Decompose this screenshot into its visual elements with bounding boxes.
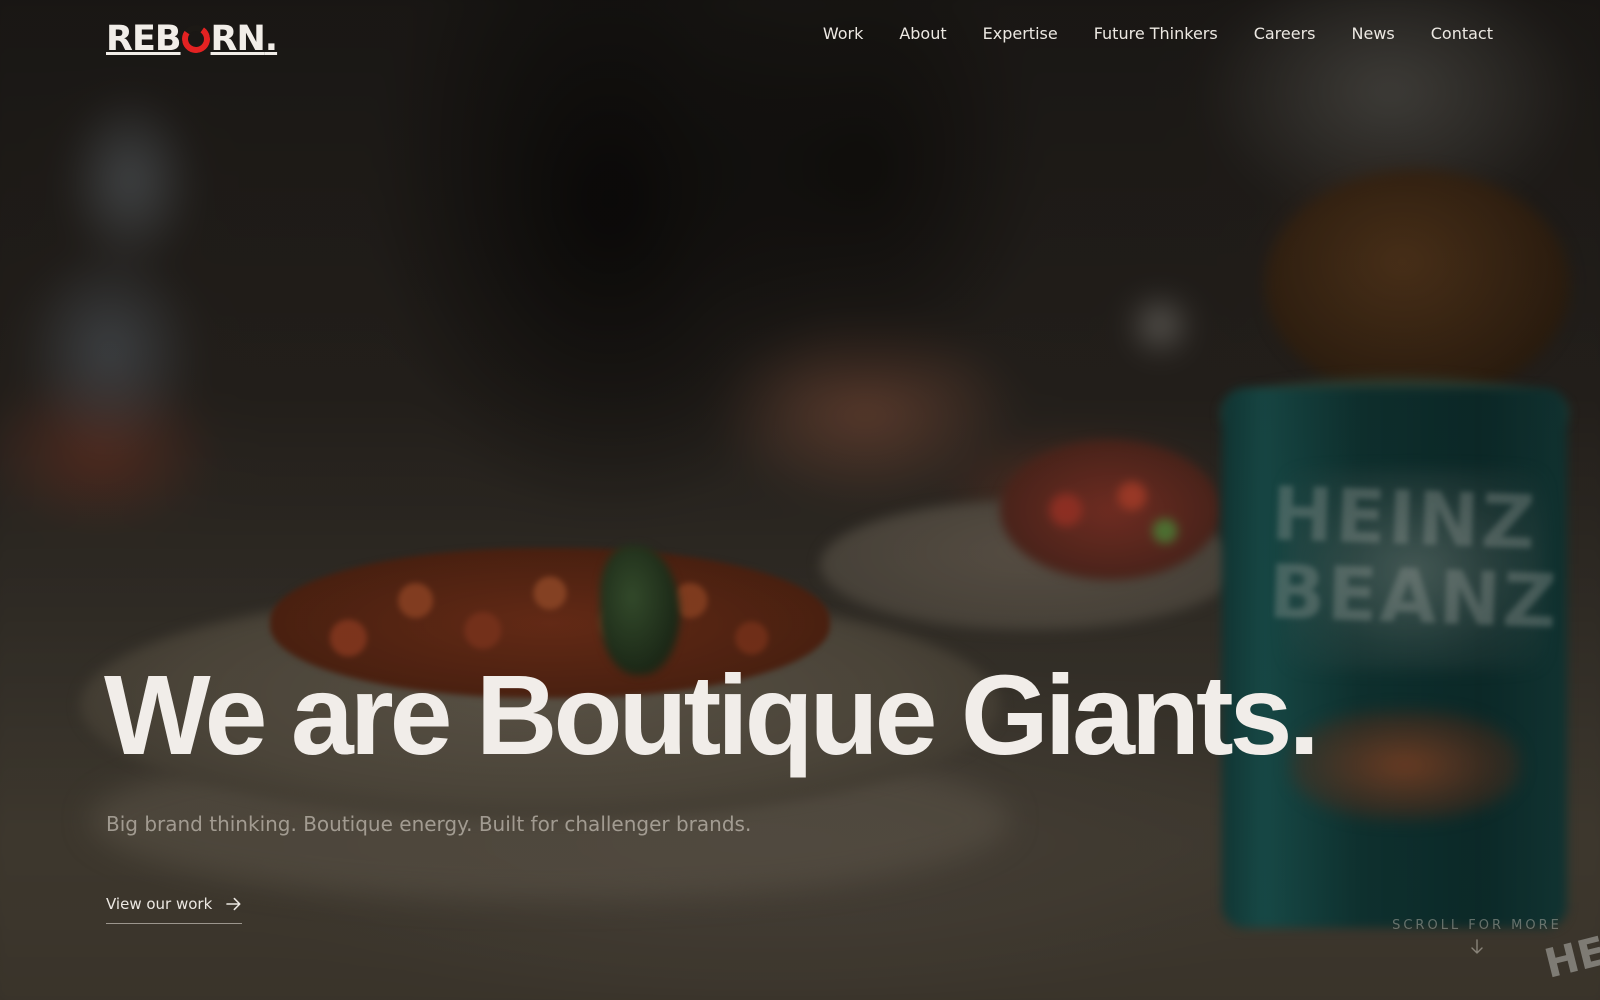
arrow-down-icon [1471, 939, 1483, 954]
arrow-right-icon [226, 897, 241, 911]
logo-dot: . [264, 19, 278, 59]
nav-item-news[interactable]: News [1352, 20, 1395, 48]
hero-title: We are Boutique Giants. [104, 652, 1320, 778]
logo-text-end: RN [210, 19, 266, 59]
nav-item-careers[interactable]: Careers [1254, 20, 1316, 48]
logo-text-start: REB [106, 19, 182, 59]
nav-item-work[interactable]: Work [823, 20, 864, 48]
scroll-hint[interactable]: SCROLL FOR MORE [1392, 918, 1562, 955]
hero-subtitle: Big brand thinking. Boutique energy. Bui… [106, 812, 752, 836]
view-our-work-link[interactable]: View our work [106, 895, 242, 924]
logo-o-mark-icon [179, 22, 212, 56]
site-header: REB RN . Work About Expertise Future Thi… [0, 0, 1600, 70]
nav-item-contact[interactable]: Contact [1431, 20, 1493, 48]
hero-background-image: HEINZ BEANZ HE [0, 0, 1600, 1000]
nav-item-future-thinkers[interactable]: Future Thinkers [1094, 20, 1218, 48]
nav-item-expertise[interactable]: Expertise [983, 20, 1058, 48]
scroll-for-more-label: SCROLL FOR MORE [1392, 918, 1562, 933]
nav-item-about[interactable]: About [899, 20, 946, 48]
main-nav: Work About Expertise Future Thinkers Car… [823, 20, 1493, 48]
view-our-work-label: View our work [106, 895, 213, 913]
logo[interactable]: REB RN . [106, 18, 278, 60]
